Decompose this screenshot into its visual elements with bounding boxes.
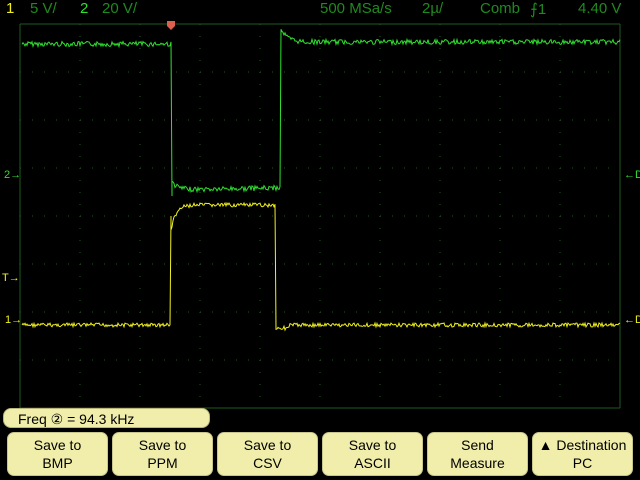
ch2-coupling: ←DC [624,169,640,181]
button-label-line2: PPM [147,455,178,471]
button-label-line1: ▲ Destination [538,437,627,453]
trigger-marker-label: T [2,272,9,284]
ch2-coupling-label: DC [635,169,640,181]
button-label-line1: Save to [138,437,187,453]
save-ppm-button[interactable]: Save to PPM [112,432,213,476]
arrow-right-icon: → [10,169,22,181]
arrow-right-icon: → [8,272,20,284]
ch1-coupling-label: DC [635,314,640,326]
ch2-trace [21,29,621,197]
trigger-position-marker [167,21,175,30]
ch2-ground-marker: 2→ [4,169,21,181]
button-label-line2: ASCII [354,455,391,471]
button-label-line1: Save to [243,437,292,453]
button-label-line2: CSV [253,455,282,471]
button-label-line1: Save to [348,437,397,453]
save-csv-button[interactable]: Save to CSV [217,432,318,476]
destination-button[interactable]: ▲ Destination PC [532,432,633,476]
ch1-coupling: ←DC [624,314,640,326]
button-label-line2: PC [572,455,593,471]
arrow-left-icon: ← [624,314,635,326]
arrow-left-icon: ← [624,169,635,181]
send-measure-button[interactable]: Send Measure [427,432,528,476]
save-ascii-button[interactable]: Save to ASCII [322,432,423,476]
button-label-line1: Send [461,437,494,453]
button-label-line1: Save to [33,437,82,453]
button-label-line2: BMP [42,455,73,471]
arrow-right-icon: → [11,314,23,326]
trigger-level-marker: T→ [2,272,20,284]
button-label-line2: Measure [450,455,505,471]
graticule [19,23,621,409]
save-bmp-button[interactable]: Save to BMP [7,432,108,476]
ch1-ground-marker: 1→ [5,314,22,326]
ch1-trace [21,201,621,332]
frequency-measurement: Freq ② = 94.3 kHz [3,408,210,428]
